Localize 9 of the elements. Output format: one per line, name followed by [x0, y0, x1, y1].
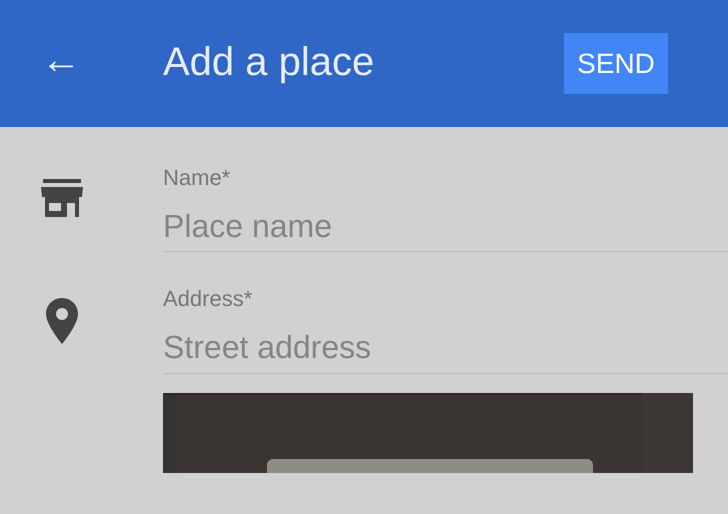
screen-title: Add a place — [163, 38, 374, 86]
field-label: Address* — [163, 288, 254, 310]
location-pin-icon — [46, 298, 78, 344]
text-field[interactable]: Street address — [163, 328, 728, 367]
send-button[interactable]: SEND — [564, 33, 668, 94]
storefront-icon — [40, 179, 82, 217]
back-button[interactable]: ← — [0, 0, 122, 127]
field-label: Name* — [163, 167, 232, 189]
text-field[interactable]: Place name — [163, 207, 728, 246]
